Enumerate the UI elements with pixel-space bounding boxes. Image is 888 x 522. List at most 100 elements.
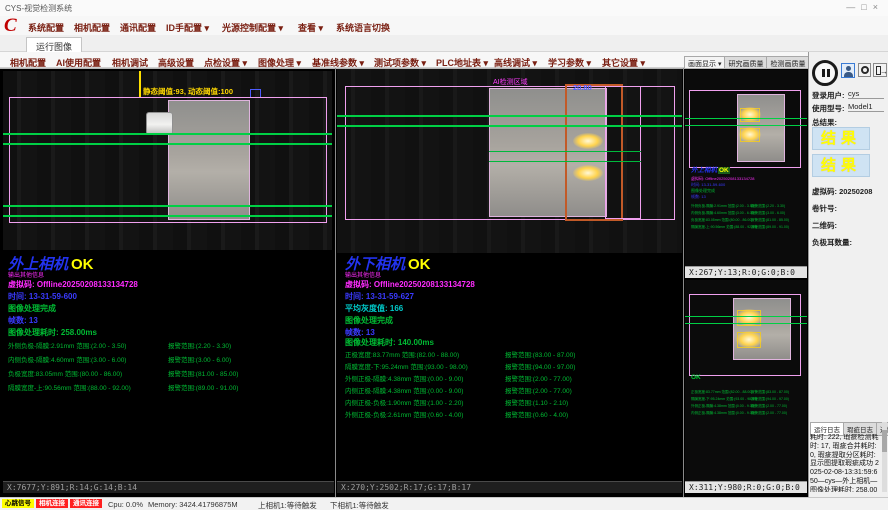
cpu-usage: Cpu: 0.0% [108, 500, 143, 509]
app-window: CYS-视觉检测系统 —□× C 系统配置 相机配置 通讯配置 ID手配置 ▾ … [0, 0, 888, 522]
left-done-line: 图像处理完成 [8, 303, 56, 314]
comm-connection-badge: 通讯连接 [70, 499, 102, 508]
measurement-row: 内侧正极-隔膜:4.38mm 范围:(0.00 - 9.00) 报警范围:(2.… [345, 385, 675, 394]
left-camera-image[interactable]: 静态阈值:93, 动态阈值:100 [3, 71, 332, 250]
left-time-line: 时间: 13-31-59-600 [8, 291, 77, 302]
alarm-range-text: 报警范围:(0.60 - 4.00) [505, 409, 568, 419]
user-icon[interactable] [841, 63, 855, 78]
baseline-1 [337, 115, 682, 117]
workpiece [733, 298, 791, 360]
mini-alarm: 报警范围:(89.00 - 91.00) [751, 225, 789, 230]
alarm-range-text: 报警范围:(2.00 - 77.00) [505, 373, 572, 383]
measurement-text: 外侧正极-隔膜:4.38mm 范围:(0.00 - 9.00) [345, 373, 463, 383]
baseline-lower-1 [3, 205, 332, 207]
alarm-range-text: 报警范围:(81.00 - 85.00) [168, 368, 238, 378]
mini-alarm: 报警范围:(3.00 - 6.00) [751, 211, 785, 216]
workpiece [168, 100, 250, 220]
login-user-value[interactable]: cys [848, 89, 884, 99]
panel-separator [683, 68, 684, 497]
menu-camera-config[interactable]: 相机配置 [74, 21, 110, 34]
panel-separator [335, 68, 336, 497]
left-elapsed-line: 图像处理耗时: 258.00ms [8, 327, 97, 338]
target-icon-ring [861, 66, 869, 74]
baseline-segment-1 [489, 151, 641, 152]
thumb1-pixel-coordinates: X:267;Y:13;R:0;G:0;B:0 [685, 266, 807, 278]
thumbnail-upper-camera[interactable]: 外上相机OK 虚拟码: Offline20250208133134728 时间:… [685, 70, 807, 266]
lower-camera-trigger-status: 下相机1:等待触发 [330, 500, 389, 511]
menu-language-switch[interactable]: 系统语言切换 [336, 21, 390, 34]
model-label: 使用型号: [812, 103, 845, 114]
measurement-row: 外侧负极-隔膜:2.91mm 范围:(2.00 - 3.50) 报警范围:(2.… [8, 340, 328, 349]
bright-feature [739, 127, 761, 142]
pause-button[interactable] [812, 60, 838, 86]
alarm-range-text: 报警范围:(1.10 - 2.10) [505, 397, 568, 407]
close-icon[interactable]: × [873, 2, 884, 12]
target-icon[interactable] [858, 63, 871, 77]
mid-elapsed-line: 图像处理耗时: 140.00ms [345, 337, 434, 348]
mid-gray-line: 平均灰度值: 166 [345, 303, 403, 314]
measurement-row: 内侧负极-隔膜:4.60mm 范围:(3.00 - 6.00) 报警范围:(3.… [8, 354, 328, 363]
inner-roi-rectangle [605, 86, 641, 219]
left-frames-line: 帧数: 13 [8, 315, 38, 326]
left-ok-status: OK [71, 256, 94, 273]
alarm-range-text: 报警范围:(2.00 - 77.00) [505, 385, 572, 395]
mini-measure: 内侧正极-隔膜:4.38mm 范围:(0.00 - 9.00) [691, 411, 755, 416]
left-camera-subtitle: 输出其他信息 [8, 270, 44, 279]
login-user-label: 登录用户: [812, 90, 845, 101]
mini-ok-status: OK [691, 374, 701, 381]
user-icon-body [844, 72, 853, 77]
mini-alarm: 报警范围:(2.00 - 77.00) [751, 404, 787, 409]
left-barcode-line: 虚拟码: Offline20250208133134728 [8, 279, 138, 290]
yellow-marker-line [139, 71, 141, 97]
mini-camera-title: 外上相机OK [691, 164, 730, 174]
ai-region-label: AI检测区域 [493, 77, 528, 87]
log-scrollbar[interactable] [882, 422, 887, 492]
baseline-lower-2 [3, 215, 332, 217]
mini-measure: 正极宽度:83.77mm 范围:(82.00 - 88.00) [691, 390, 752, 395]
thumbnail-lower-camera[interactable]: OK 正极宽度:83.77mm 范围:(82.00 - 88.00) 报警范围:… [685, 280, 807, 481]
baseline-segment-2 [489, 161, 641, 162]
menu-system-config[interactable]: 系统配置 [28, 21, 64, 34]
memory-usage: Memory: 3424.41796875M [148, 500, 238, 509]
baseline-upper-1 [3, 133, 332, 135]
measurement-text: 隔膜宽度-下:95.24mm 范围:(93.00 - 98.00) [345, 361, 468, 371]
mini-ok-status: OK [718, 167, 730, 174]
mini-alarm: 报警范围:(2.20 - 3.30) [751, 204, 785, 209]
mini-frames: 帧数: 13 [691, 194, 706, 200]
bright-feature [573, 133, 603, 149]
mini-measure: 外侧正极-隔膜:4.38mm 范围:(0.00 - 9.00) [691, 404, 755, 409]
measurement-text: 隔膜宽度-上:90.56mm 范围:(88.00 - 92.00) [8, 382, 131, 392]
mid-ok-status: OK [408, 256, 431, 273]
result-box-upper: 结果 [812, 127, 870, 150]
menu-light-config[interactable]: 光源控制配置 ▾ [222, 21, 283, 34]
menu-id-config[interactable]: ID手配置 ▾ [166, 21, 209, 34]
mid-camera-image[interactable]: AI检测区域 20.80 [337, 69, 682, 253]
menu-view[interactable]: 查看 ▾ [298, 21, 323, 34]
baseline [685, 125, 807, 126]
alarm-range-text: 报警范围:(83.00 - 87.00) [505, 349, 575, 359]
result-box-lower: 结果 [812, 154, 870, 177]
measurement-text: 内侧负极-隔膜:4.60mm 范围:(3.00 - 6.00) [8, 354, 126, 364]
measurement-text: 外侧负极-隔膜:2.91mm 范围:(2.00 - 3.50) [8, 340, 126, 350]
app-logo-icon: C [4, 15, 17, 37]
window-controls[interactable]: —□× [846, 2, 884, 12]
exit-icon[interactable]: → [873, 63, 887, 77]
model-value[interactable]: Model1 [848, 102, 884, 112]
maximize-icon[interactable]: □ [861, 2, 872, 12]
mini-alarm: 报警范围:(2.00 - 77.00) [751, 411, 787, 416]
bright-feature [739, 107, 761, 122]
measurement-row: 隔膜宽度-上:90.56mm 范围:(88.00 - 92.00) 报警范围:(… [8, 382, 328, 391]
mini-camera-name: 外上相机 [691, 167, 717, 174]
baseline [685, 118, 807, 119]
measurement-row: 隔膜宽度-下:95.24mm 范围:(93.00 - 98.00) 报警范围:(… [345, 361, 675, 370]
heartbeat-status-badge: 心跳信号 [2, 499, 34, 508]
scrollbar-thumb[interactable] [882, 430, 887, 452]
measurement-row: 外侧正极-负极:2.61mm 范围:(0.60 - 4.00) 报警范围:(0.… [345, 409, 675, 418]
tab-strip [0, 35, 888, 52]
mini-measure: 隔膜宽度-上:90.56mm 范围:(88.00 - 92.00) [691, 225, 757, 230]
menu-comm-config[interactable]: 通讯配置 [120, 21, 156, 34]
minimize-icon[interactable]: — [846, 2, 861, 12]
mini-alarm: 报警范围:(83.00 - 87.00) [751, 390, 789, 395]
upper-camera-trigger-status: 上相机1:等待触发 [258, 500, 317, 511]
qr-code-label: 二维码: [812, 220, 837, 231]
